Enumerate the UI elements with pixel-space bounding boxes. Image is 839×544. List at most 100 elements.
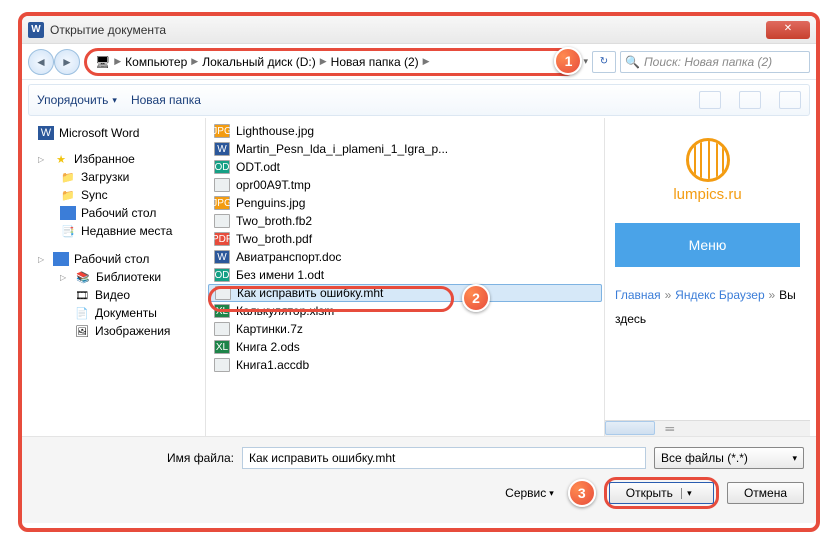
- file-row[interactable]: OD Без имени 1.odt: [208, 266, 602, 284]
- titlebar: W Открытие документа ✕: [22, 16, 816, 44]
- help-button[interactable]: [779, 91, 801, 109]
- desktop-icon: [53, 252, 69, 266]
- recent-icon: 📑: [60, 224, 76, 238]
- computer-icon: 🖥: [95, 55, 110, 69]
- word-icon: W: [38, 126, 54, 140]
- organize-menu[interactable]: Упорядочить ▾: [37, 93, 117, 107]
- filename-input[interactable]: Как исправить ошибку.mht: [242, 447, 646, 469]
- preview-pane-button[interactable]: [739, 91, 761, 109]
- file-row[interactable]: Two_broth.fb2: [208, 212, 602, 230]
- file-row[interactable]: Книга1.accdb: [208, 356, 602, 374]
- file-row[interactable]: Как исправить ошибку.mht: [208, 284, 602, 302]
- word-app-icon: W: [28, 22, 44, 38]
- cancel-button[interactable]: Отмена: [727, 482, 804, 504]
- crumb-folder[interactable]: Новая папка (2): [331, 55, 419, 69]
- generic-file-icon: [215, 286, 231, 300]
- file-name: Книга 2.ods: [236, 340, 300, 354]
- nav-forward-button[interactable]: ►: [54, 49, 80, 75]
- file-name: Penguins.jpg: [236, 196, 305, 210]
- breadcrumb-dropdown-icon[interactable]: ▾: [583, 56, 588, 67]
- preview-link-home[interactable]: Главная: [615, 288, 661, 302]
- search-placeholder: Поиск: Новая папка (2): [644, 55, 772, 69]
- sidebar-item-libraries[interactable]: ▷📚Библиотеки: [30, 268, 203, 286]
- chevron-down-icon: ▾: [792, 453, 797, 464]
- sidebar-item-downloads[interactable]: 📁Загрузки: [30, 168, 203, 186]
- sidebar-item-recent[interactable]: 📑Недавние места: [30, 222, 203, 240]
- preview-scrollbar[interactable]: ≡≡: [605, 420, 810, 436]
- sidebar-item-documents[interactable]: 📄Документы: [30, 304, 203, 322]
- xls-file-icon: XL: [214, 340, 230, 354]
- file-name: Martin_Pesn_lda_i_plameni_1_Igra_p...: [236, 142, 448, 156]
- window-title: Открытие документа: [50, 23, 766, 37]
- annotation-marker-1: 1: [554, 47, 582, 75]
- generic-file-icon: [214, 214, 230, 228]
- file-row[interactable]: XL Книга 2.ods: [208, 338, 602, 356]
- chevron-right-icon: ▶: [423, 56, 430, 67]
- open-dialog-window: W Открытие документа ✕ ◄ ► 🖥 ▶ Компьютер…: [18, 12, 820, 532]
- file-row[interactable]: W Martin_Pesn_lda_i_plameni_1_Igra_p...: [208, 140, 602, 158]
- jpg-file-icon: JPG: [214, 124, 230, 138]
- file-name: Калькулятор.xlsm: [236, 304, 334, 318]
- file-type-filter[interactable]: Все файлы (*.*) ▾: [654, 447, 804, 469]
- preview-brand: lumpics.ru: [615, 186, 800, 203]
- file-row[interactable]: PDF Two_broth.pdf: [208, 230, 602, 248]
- open-split-icon[interactable]: ▾: [681, 488, 697, 499]
- odt-file-icon: OD: [214, 268, 230, 282]
- file-name: opr00A9T.tmp: [236, 178, 311, 192]
- chevron-down-icon: ▾: [549, 488, 554, 499]
- file-row[interactable]: opr00A9T.tmp: [208, 176, 602, 194]
- preview-pane: lumpics.ru Меню Главная » Яндекс Браузер…: [604, 118, 810, 436]
- sidebar-item-favorites[interactable]: ▷★Избранное: [30, 150, 203, 168]
- file-row[interactable]: XLКалькулятор.xlsm: [208, 302, 602, 320]
- file-row[interactable]: JPGLighthouse.jpg: [208, 122, 602, 140]
- pictures-icon: 🖼: [74, 324, 90, 338]
- file-row[interactable]: Картинки.7z: [208, 320, 602, 338]
- file-row[interactable]: JPGPenguins.jpg: [208, 194, 602, 212]
- open-button[interactable]: Открыть ▾: [609, 482, 714, 504]
- word-file-icon: W: [214, 142, 230, 156]
- preview-breadcrumbs: Главная » Яндекс Браузер » Вы здесь: [615, 283, 800, 331]
- nav-back-button[interactable]: ◄: [28, 49, 54, 75]
- scrollbar-thumb[interactable]: [605, 421, 655, 435]
- open-button-wrap: Открыть ▾: [604, 477, 719, 509]
- crumb-computer[interactable]: Компьютер: [125, 55, 187, 69]
- view-mode-button[interactable]: [699, 91, 721, 109]
- refresh-button[interactable]: ↻: [592, 51, 616, 73]
- sidebar-item-pictures[interactable]: 🖼Изображения: [30, 322, 203, 340]
- sidebar-item-desktop-root[interactable]: ▷Рабочий стол: [30, 250, 203, 268]
- scrollbar-grip-icon: ≡≡: [665, 424, 674, 434]
- breadcrumb-bar[interactable]: 🖥 ▶ Компьютер ▶ Локальный диск (D:) ▶ Но…: [84, 48, 579, 76]
- generic-file-icon: [214, 358, 230, 372]
- new-folder-button[interactable]: Новая папка: [131, 93, 201, 107]
- file-name: Без имени 1.odt: [236, 268, 324, 282]
- file-name: Two_broth.pdf: [236, 232, 312, 246]
- preview-menu-button[interactable]: Меню: [615, 223, 800, 267]
- preview-logo: lumpics.ru: [615, 138, 800, 203]
- libraries-icon: 📚: [75, 270, 91, 284]
- file-name: Картинки.7z: [236, 322, 303, 336]
- search-input[interactable]: 🔍 Поиск: Новая папка (2): [620, 51, 810, 73]
- preview-link-yandex[interactable]: Яндекс Браузер: [675, 288, 765, 302]
- file-name: Книга1.accdb: [236, 358, 309, 372]
- folder-icon: 📁: [60, 170, 76, 184]
- tools-menu[interactable]: Сервис ▾: [505, 486, 554, 500]
- file-list[interactable]: 2 JPGLighthouse.jpg W Martin_Pesn_lda_i_pl…: [206, 118, 604, 436]
- file-row[interactable]: ODODT.odt: [208, 158, 602, 176]
- file-name: ODT.odt: [236, 160, 280, 174]
- close-button[interactable]: ✕: [766, 21, 810, 39]
- sidebar-item-desktop[interactable]: Рабочий стол: [30, 204, 203, 222]
- pdf-file-icon: PDF: [214, 232, 230, 246]
- sidebar-item-word[interactable]: WMicrosoft Word: [30, 124, 203, 142]
- desktop-icon: [60, 206, 76, 220]
- expand-icon: ▷: [60, 273, 70, 282]
- search-icon: 🔍: [625, 55, 640, 69]
- sidebar-item-video[interactable]: 🎞Видео: [30, 286, 203, 304]
- sidebar-item-sync[interactable]: 📁Sync: [30, 186, 203, 204]
- annotation-marker-2: 2: [462, 284, 490, 312]
- video-icon: 🎞: [74, 288, 90, 302]
- file-row[interactable]: WАвиатранспорт.doc: [208, 248, 602, 266]
- sidebar: WMicrosoft Word ▷★Избранное 📁Загрузки 📁S…: [28, 118, 206, 436]
- crumb-disk-d[interactable]: Локальный диск (D:): [202, 55, 316, 69]
- organize-label: Упорядочить: [37, 93, 108, 107]
- chevron-down-icon: ▾: [112, 95, 117, 106]
